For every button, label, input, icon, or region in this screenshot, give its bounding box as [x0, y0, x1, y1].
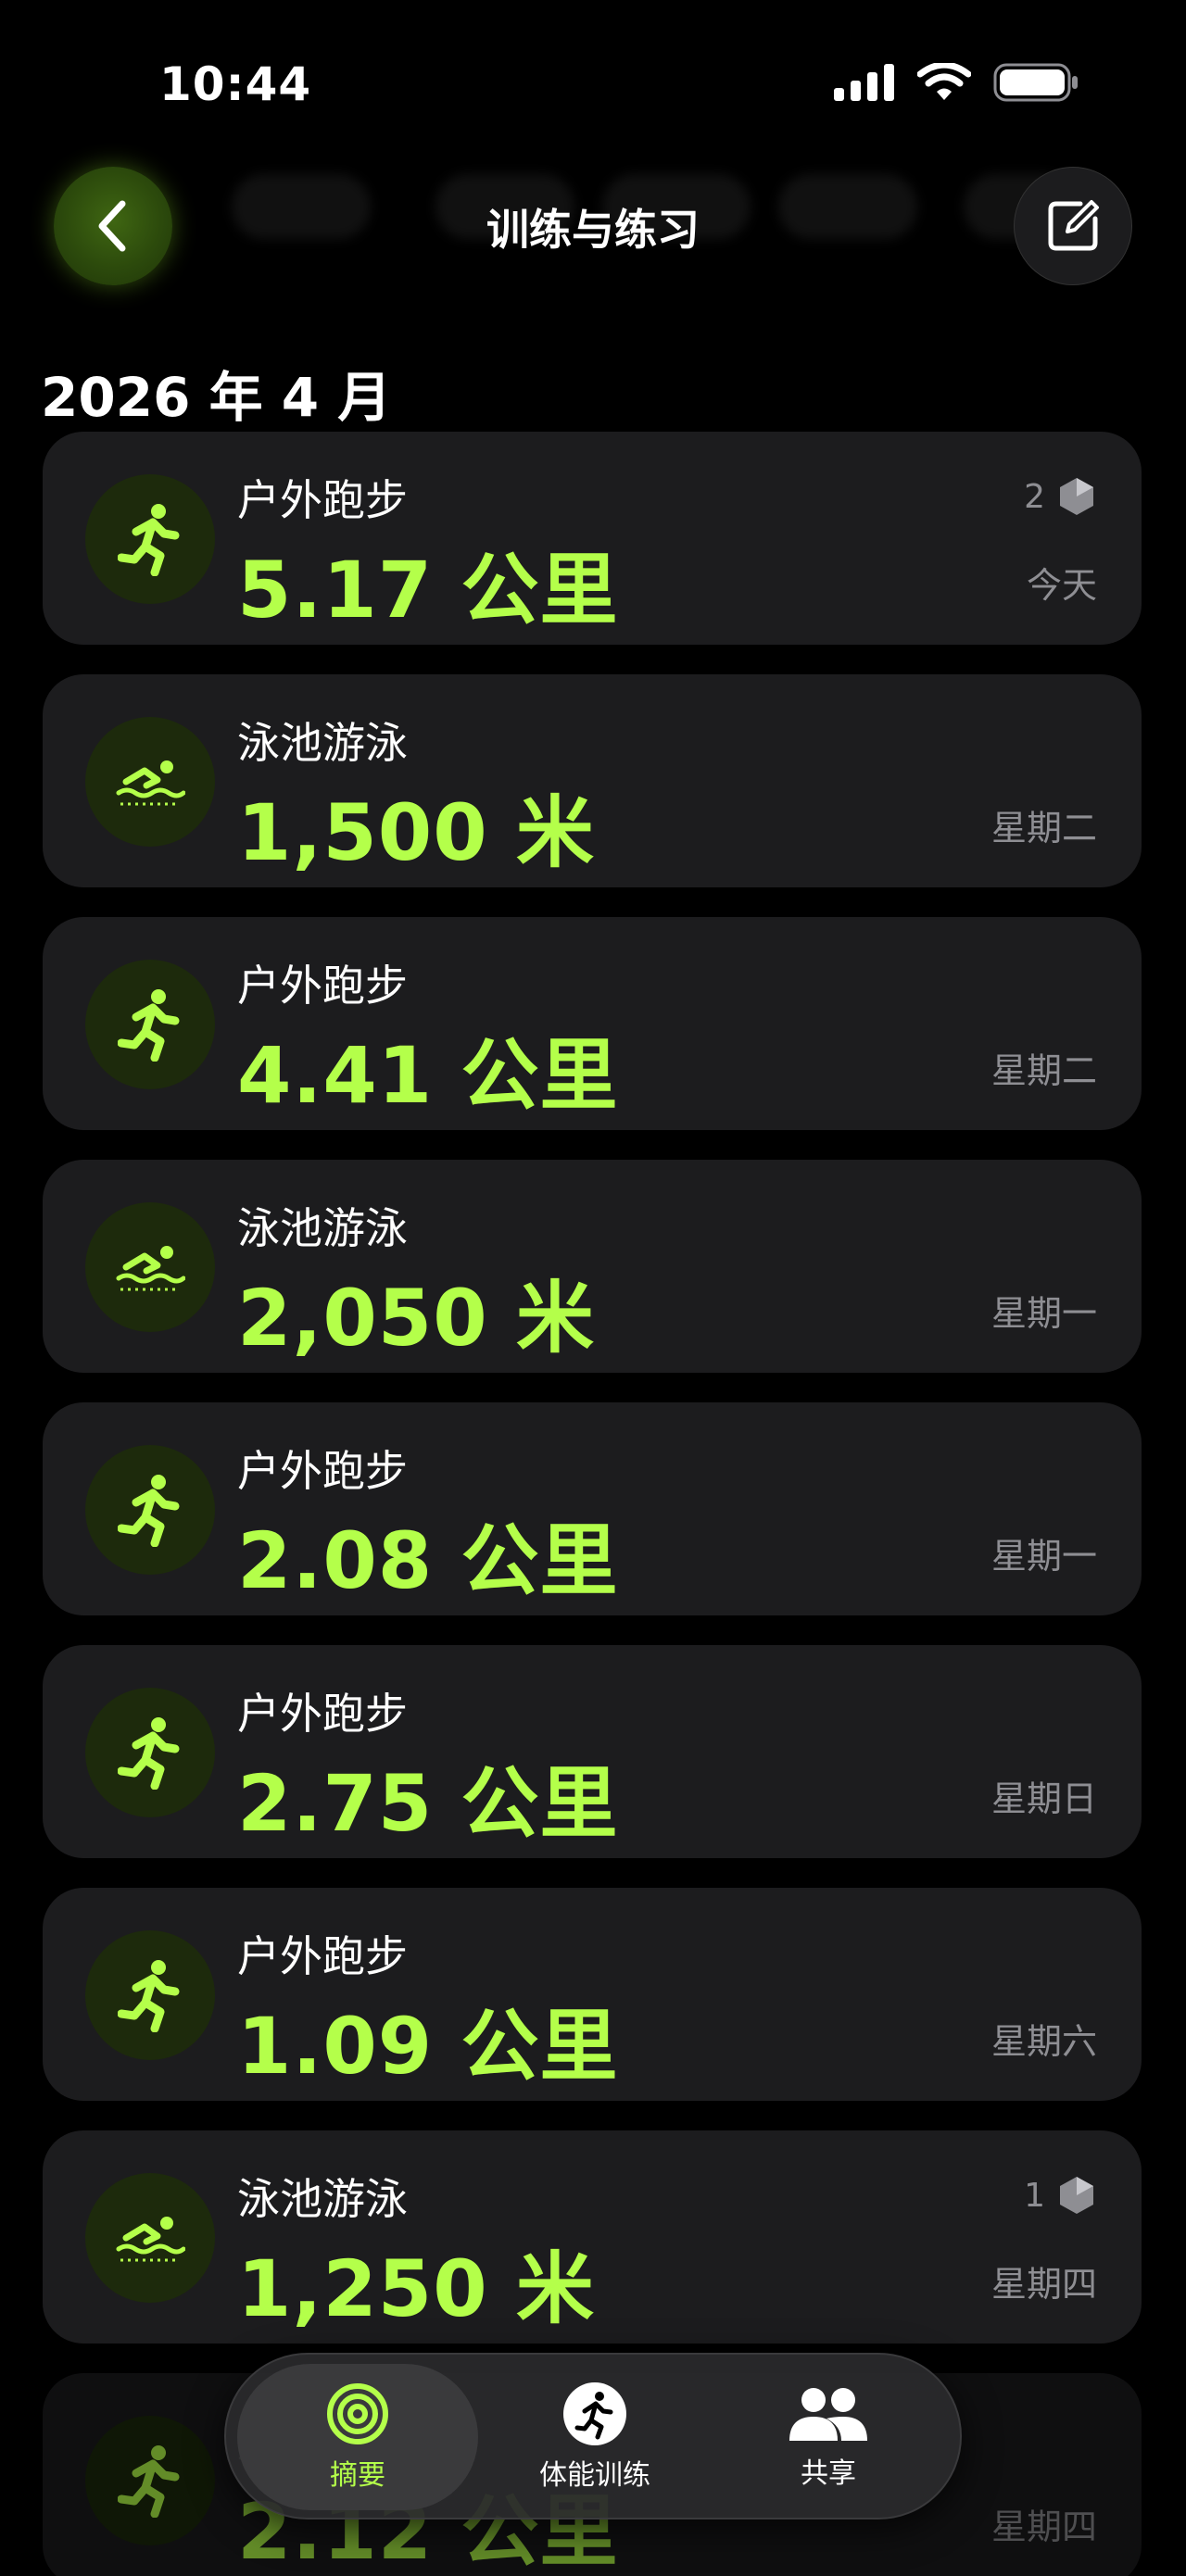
workout-distance: 2.75 公里 — [237, 1758, 619, 1849]
workout-day: 星期四 — [990, 2507, 1097, 2547]
compose-button[interactable] — [1014, 167, 1132, 285]
workout-distance: 1,500 米 — [237, 787, 595, 878]
workout-day: 星期一 — [990, 1536, 1097, 1577]
workout-distance: 1.09 公里 — [237, 2001, 619, 2092]
run-icon — [85, 474, 215, 604]
workout-day: 星期日 — [990, 1778, 1097, 1819]
activity-rings-icon — [327, 2383, 388, 2444]
run-icon — [85, 1445, 215, 1575]
tab-sharing[interactable]: 共享 — [708, 2364, 949, 2510]
achievement-badge: 1 — [1024, 2175, 1095, 2216]
tab-summary[interactable]: 摘要 — [237, 2364, 478, 2510]
workout-type: 户外跑步 — [237, 1931, 408, 1981]
tab-fitness[interactable]: 体能训练 — [474, 2364, 715, 2510]
run-icon — [85, 2416, 215, 2545]
people-icon — [789, 2388, 867, 2441]
workout-card[interactable]: 泳池游泳 2,050 米 星期一 — [43, 1160, 1142, 1373]
workout-card[interactable]: 户外跑步 2.08 公里 星期一 — [43, 1402, 1142, 1615]
workout-distance: 2.08 公里 — [237, 1515, 619, 1606]
workout-type: 泳池游泳 — [237, 2174, 408, 2224]
workout-type: 泳池游泳 — [237, 718, 408, 768]
workout-type: 户外跑步 — [237, 961, 408, 1011]
tab-label: 摘要 — [330, 2459, 385, 2492]
workout-card[interactable]: 户外跑步 1.09 公里 星期六 — [43, 1888, 1142, 2101]
workout-day: 今天 — [1026, 565, 1097, 606]
workout-day: 星期二 — [990, 808, 1097, 848]
workout-type: 泳池游泳 — [237, 1203, 408, 1253]
page-title: 训练与练习 — [486, 205, 700, 255]
workout-runner-icon — [563, 2382, 626, 2445]
month-header: 2026 年 4 月 — [41, 366, 392, 429]
badge-count: 2 — [1024, 477, 1045, 516]
wifi-icon — [917, 63, 971, 100]
swim-icon — [85, 717, 215, 847]
workout-type: 户外跑步 — [237, 1689, 408, 1739]
workout-list: 户外跑步 5.17 公里 2 今天 泳池游泳 1,500 米 星期二 户外跑步 … — [43, 432, 1142, 2576]
workout-type: 户外跑步 — [237, 475, 408, 525]
workout-day: 星期六 — [990, 2021, 1097, 2062]
award-icon — [1060, 478, 1093, 515]
swim-icon — [85, 2173, 215, 2303]
swim-icon — [85, 1202, 215, 1332]
run-icon — [85, 1688, 215, 1817]
workout-day: 星期四 — [990, 2264, 1097, 2305]
tab-label: 共享 — [801, 2457, 856, 2490]
workout-card[interactable]: 泳池游泳 1,250 米 1 星期四 — [43, 2130, 1142, 2344]
battery-icon — [993, 63, 1078, 102]
workout-type: 户外跑步 — [237, 1446, 408, 1496]
run-icon — [85, 960, 215, 1089]
workout-card[interactable]: 户外跑步 2.75 公里 星期日 — [43, 1645, 1142, 1858]
badge-count: 1 — [1024, 2176, 1045, 2215]
workout-card[interactable]: 泳池游泳 1,500 米 星期二 — [43, 674, 1142, 887]
workout-distance: 4.41 公里 — [237, 1030, 619, 1121]
workout-distance: 2,050 米 — [237, 1273, 595, 1363]
workouts-screen: 10:44 训练与练习 2026 年 4 月 户外跑步 5.17 公里 2 今天… — [0, 0, 1186, 2576]
tab-label: 体能训练 — [539, 2459, 650, 2492]
compose-icon — [1048, 200, 1099, 251]
workout-day: 星期一 — [990, 1293, 1097, 1334]
tab-bar: 摘要 体能训练 共享 — [224, 2353, 962, 2519]
workout-distance: 1,250 米 — [237, 2243, 595, 2334]
status-time: 10:44 — [159, 57, 312, 111]
workout-card[interactable]: 户外跑步 4.41 公里 星期二 — [43, 917, 1142, 1130]
workout-card[interactable]: 户外跑步 5.17 公里 2 今天 — [43, 432, 1142, 645]
status-icons — [834, 63, 1079, 102]
workout-distance: 5.17 公里 — [237, 545, 619, 635]
run-icon — [85, 1930, 215, 2060]
cellular-signal-icon — [834, 64, 894, 101]
workout-day: 星期二 — [990, 1050, 1097, 1091]
award-icon — [1060, 2177, 1093, 2214]
achievement-badge: 2 — [1024, 476, 1095, 517]
